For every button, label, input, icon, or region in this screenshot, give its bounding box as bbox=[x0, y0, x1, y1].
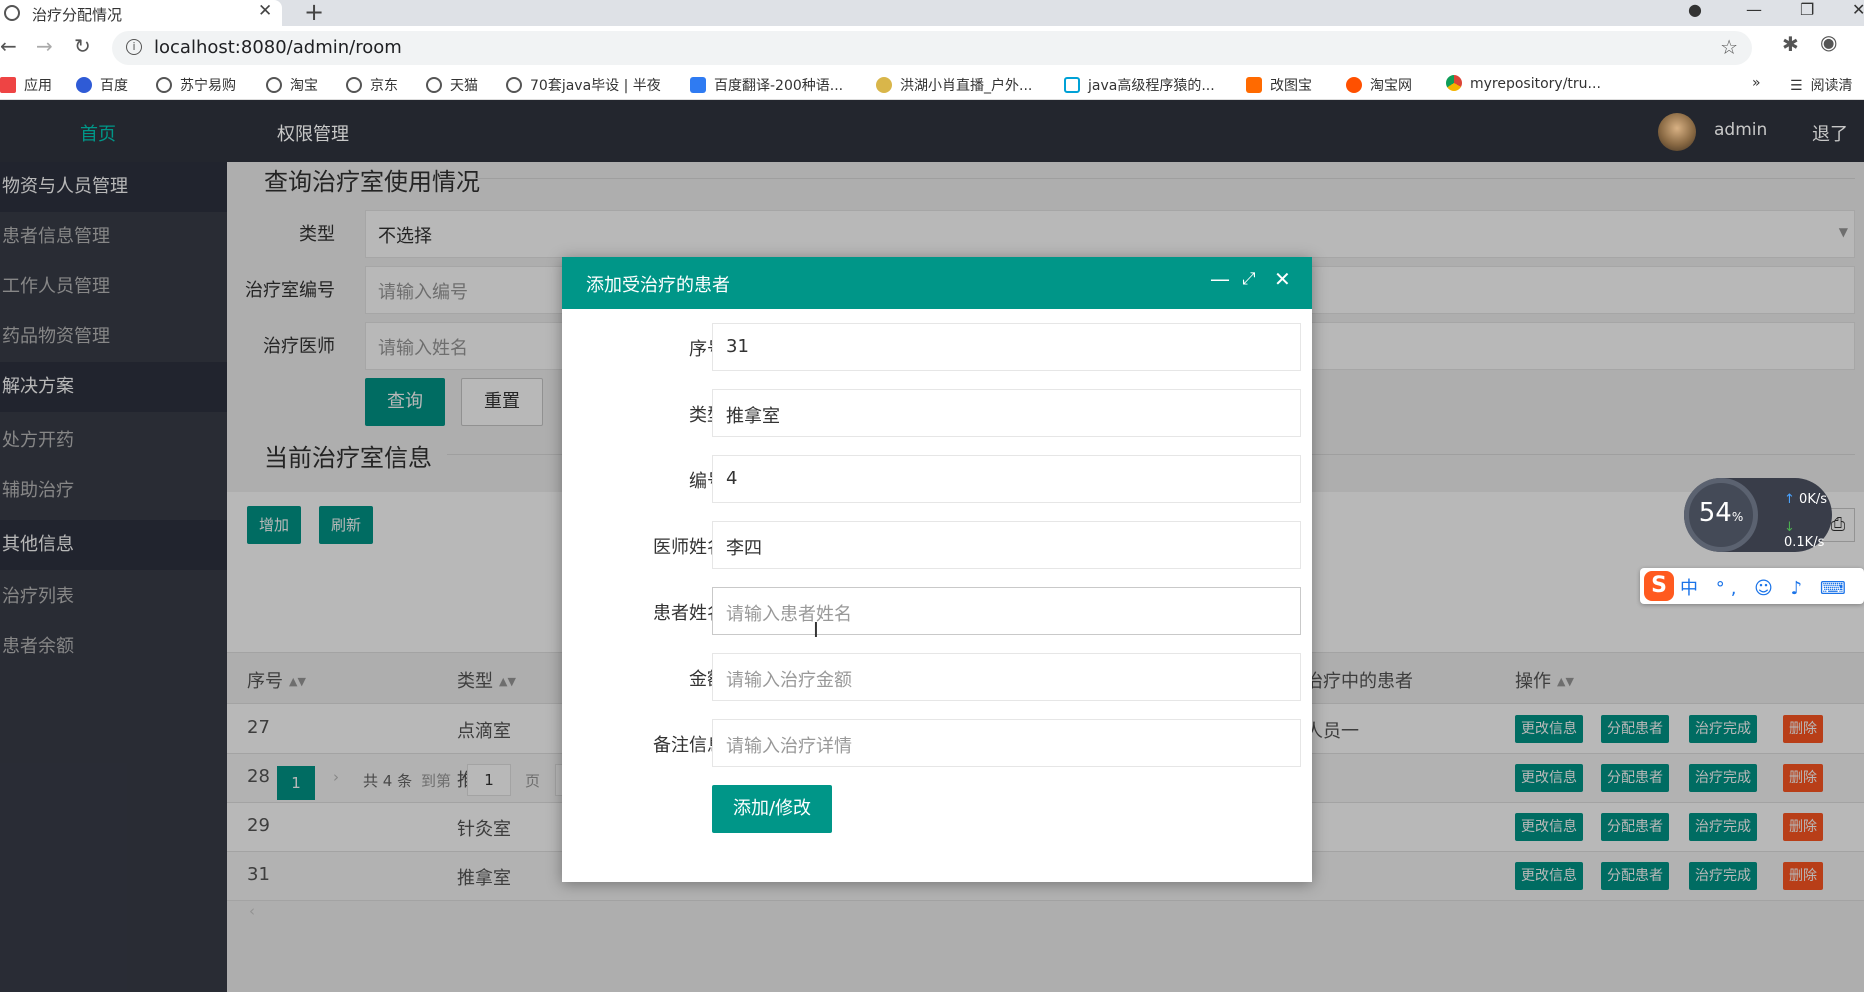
browser-tabbar: 治疗分配情况 ✕ + ● — ❐ ✕ bbox=[0, 0, 1864, 26]
bookmark-fanyi[interactable]: 百度翻译-200种语... bbox=[690, 75, 843, 95]
reading-list-icon: ☰ bbox=[1790, 78, 1803, 94]
profile-icon[interactable]: ● bbox=[1688, 0, 1702, 19]
nav-home[interactable]: 首页 bbox=[80, 120, 116, 146]
bookmarks-bar: 应用 百度 苏宁易购 淘宝 京东 天猫 70套java毕设 | 半夜 百度翻译-… bbox=[0, 68, 1864, 100]
field-label-id: 序号 bbox=[689, 339, 725, 360]
bookmark-github[interactable]: myrepository/tru... bbox=[1446, 75, 1601, 92]
bookmark-live[interactable]: 洪湖小肖直播_户外... bbox=[876, 75, 1032, 95]
reading-list[interactable]: ☰ 阅读清 bbox=[1790, 75, 1853, 95]
browser-tab[interactable]: 治疗分配情况 ✕ bbox=[0, 0, 282, 26]
back-icon[interactable]: ← bbox=[0, 34, 17, 58]
close-icon[interactable]: ✕ bbox=[1274, 267, 1291, 291]
field-label-patient: 患者姓名 bbox=[653, 603, 725, 624]
network-speed-widget[interactable]: 54% ↑ 0K/s ↓ 0.1K/s bbox=[1684, 478, 1832, 552]
username[interactable]: admin bbox=[1714, 120, 1767, 140]
globe-icon bbox=[506, 77, 522, 93]
bookmarks-more-icon[interactable]: » bbox=[1752, 75, 1761, 91]
forward-icon[interactable]: → bbox=[36, 34, 53, 58]
globe-icon bbox=[346, 77, 362, 93]
modal-header: 添加受治疗的患者 — ⤢ ✕ bbox=[562, 257, 1312, 309]
chrome-icon bbox=[1446, 75, 1462, 91]
extensions-icon[interactable]: ✱ bbox=[1782, 32, 1799, 56]
avatar[interactable] bbox=[1658, 113, 1696, 151]
translate-icon bbox=[690, 77, 706, 93]
modal-title: 添加受治疗的患者 bbox=[586, 275, 730, 296]
text-cursor-icon: I bbox=[813, 618, 819, 642]
bookmark-apps[interactable]: 应用 bbox=[0, 75, 52, 95]
globe-icon bbox=[266, 77, 282, 93]
number-field[interactable]: 4 bbox=[712, 455, 1301, 503]
field-label-notes: 备注信息 bbox=[653, 735, 725, 756]
globe-icon bbox=[426, 77, 442, 93]
arrow-down-icon: ↓ bbox=[1784, 520, 1795, 535]
bookmark-suning[interactable]: 苏宁易购 bbox=[156, 75, 236, 95]
bookmark-bilibili[interactable]: java高级程序猿的... bbox=[1064, 75, 1215, 95]
address-bar: ← → ↻ i localhost:8080/admin/room ☆ ✱ ◉ bbox=[0, 26, 1864, 68]
reload-icon[interactable]: ↻ bbox=[74, 34, 91, 58]
bookmark-java[interactable]: 70套java毕设 | 半夜 bbox=[506, 75, 661, 95]
submit-button[interactable]: 添加/修改 bbox=[712, 785, 832, 833]
gaitubao-icon bbox=[1246, 77, 1262, 93]
app-header: 首页 权限管理 admin 退了 bbox=[0, 100, 1864, 162]
baidu-icon bbox=[76, 77, 92, 93]
doctor-field[interactable]: 李四 bbox=[712, 521, 1301, 569]
field-label-type: 类型 bbox=[689, 405, 725, 426]
type-field[interactable]: 推拿室 bbox=[712, 389, 1301, 437]
nav-permissions[interactable]: 权限管理 bbox=[277, 120, 349, 146]
live-icon bbox=[876, 77, 892, 93]
bookmark-baidu[interactable]: 百度 bbox=[76, 75, 128, 95]
bookmark-gaitubao[interactable]: 改图宝 bbox=[1246, 75, 1312, 95]
maximize-icon[interactable]: ⤢ bbox=[1242, 269, 1256, 289]
window-close-icon[interactable]: ✕ bbox=[1852, 0, 1864, 19]
close-icon[interactable]: ✕ bbox=[258, 1, 272, 21]
sogou-logo-icon: S bbox=[1644, 571, 1674, 601]
globe-icon bbox=[4, 5, 20, 21]
bilibili-icon bbox=[1064, 77, 1080, 93]
cpu-percent: 54% bbox=[1698, 498, 1744, 528]
bookmark-taobao[interactable]: 淘宝 bbox=[266, 75, 318, 95]
amount-field[interactable]: 请输入治疗金额 bbox=[712, 653, 1301, 701]
ime-toolbar[interactable]: S 中 °, ☺ ♪ ⌨ bbox=[1640, 568, 1864, 604]
field-label-doctor: 医师姓名 bbox=[653, 537, 725, 558]
account-icon[interactable]: ◉ bbox=[1820, 30, 1837, 54]
minimize-icon[interactable]: — bbox=[1210, 267, 1230, 291]
bookmark-jd[interactable]: 京东 bbox=[346, 75, 398, 95]
bookmark-taobaowang[interactable]: 淘宝网 bbox=[1346, 75, 1412, 95]
add-patient-modal: 添加受治疗的患者 — ⤢ ✕ 序号 31 类型 推拿室 编号 4 医师姓名 李四… bbox=[562, 257, 1312, 882]
bookmark-tmall[interactable]: 天猫 bbox=[426, 75, 478, 95]
upload-speed: ↑ 0K/s bbox=[1784, 492, 1827, 507]
taobao-icon bbox=[1346, 77, 1362, 93]
info-icon[interactable]: i bbox=[126, 39, 142, 55]
tab-title: 治疗分配情况 bbox=[32, 6, 123, 24]
star-icon[interactable]: ☆ bbox=[1720, 35, 1738, 59]
notes-field[interactable]: 请输入治疗详情 bbox=[712, 719, 1301, 767]
download-speed: ↓ 0.1K/s bbox=[1784, 520, 1825, 550]
globe-icon bbox=[156, 77, 172, 93]
minimize-icon[interactable]: — bbox=[1746, 0, 1762, 19]
id-field[interactable]: 31 bbox=[712, 323, 1301, 371]
ime-tools[interactable]: 中 °, ☺ ♪ ⌨ bbox=[1680, 574, 1852, 600]
new-tab-icon[interactable]: + bbox=[304, 0, 324, 26]
restore-icon[interactable]: ❐ bbox=[1800, 0, 1814, 19]
apps-icon bbox=[0, 77, 16, 93]
patient-name-field[interactable]: 请输入患者姓名 bbox=[712, 587, 1301, 635]
url-text: localhost:8080/admin/room bbox=[154, 37, 402, 58]
url-input[interactable]: i localhost:8080/admin/room ☆ bbox=[112, 31, 1752, 65]
arrow-up-icon: ↑ bbox=[1784, 492, 1795, 507]
logout-link[interactable]: 退了 bbox=[1812, 120, 1848, 146]
field-label-amount: 金额 bbox=[689, 669, 725, 690]
field-label-number: 编号 bbox=[689, 471, 725, 492]
